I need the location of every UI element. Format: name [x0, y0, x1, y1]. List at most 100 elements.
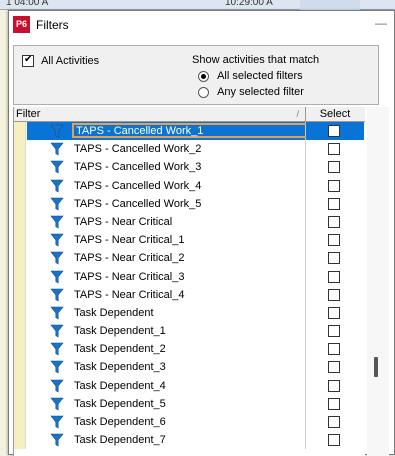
select-checkbox[interactable]: [328, 143, 340, 156]
select-checkbox[interactable]: [328, 361, 340, 374]
select-cell[interactable]: [306, 395, 364, 413]
filter-name-cell[interactable]: TAPS - Near Critical_2: [27, 249, 306, 268]
select-cell[interactable]: [306, 213, 364, 231]
filter-row[interactable]: Task Dependent_5: [14, 394, 365, 413]
filter-name-cell[interactable]: TAPS - Cancelled Work_3: [27, 158, 306, 177]
select-checkbox[interactable]: [328, 197, 340, 210]
select-cell[interactable]: [306, 340, 364, 358]
select-cell[interactable]: [306, 431, 364, 449]
filter-name-cell[interactable]: Task Dependent_5: [27, 394, 306, 413]
select-cell[interactable]: [306, 377, 364, 395]
select-cell[interactable]: [306, 195, 364, 213]
filter-row[interactable]: TAPS - Near Critical_1: [14, 231, 365, 250]
all-activities-checkbox[interactable]: [22, 54, 34, 68]
filter-name-cell[interactable]: Task Dependent_4: [27, 376, 306, 395]
select-cell[interactable]: [306, 268, 364, 286]
select-checkbox[interactable]: [328, 161, 340, 174]
select-cell[interactable]: [306, 358, 364, 376]
filter-name: TAPS - Cancelled Work_3: [74, 161, 202, 174]
filter-name-cell[interactable]: Task Dependent_3: [27, 358, 306, 377]
select-checkbox[interactable]: [328, 288, 340, 301]
title-bar[interactable]: P6 Filters —: [9, 11, 394, 39]
select-cell[interactable]: [306, 140, 364, 158]
filter-row[interactable]: TAPS - Cancelled Work_2: [14, 140, 365, 159]
filter-row[interactable]: TAPS - Near Critical_2: [14, 249, 365, 268]
row-gutter: [14, 358, 26, 377]
filter-row[interactable]: Task Dependent_4: [14, 376, 365, 395]
row-gutter: [14, 376, 26, 395]
select-cell[interactable]: [306, 158, 364, 176]
filter-name-cell[interactable]: TAPS - Cancelled Work_1: [27, 122, 315, 141]
radio-any-selected-filter[interactable]: Any selected filter: [198, 86, 304, 98]
select-cell[interactable]: [306, 177, 364, 195]
filter-name-cell[interactable]: TAPS - Cancelled Work_4: [27, 176, 306, 195]
row-gutter: [14, 267, 26, 286]
radio-button[interactable]: [198, 86, 209, 98]
select-checkbox[interactable]: [328, 215, 340, 228]
row-gutter: [14, 122, 26, 141]
filter-row[interactable]: TAPS - Cancelled Work_3: [14, 158, 365, 177]
select-checkbox[interactable]: [328, 234, 340, 247]
select-checkbox[interactable]: [328, 379, 340, 392]
filter-name: Task Dependent_7: [74, 434, 166, 447]
select-cell[interactable]: [306, 249, 364, 267]
select-checkbox[interactable]: [328, 270, 340, 283]
select-cell[interactable]: [306, 322, 364, 340]
filter-row[interactable]: TAPS - Near Critical_4: [14, 285, 365, 304]
select-checkbox[interactable]: [328, 434, 340, 447]
radio-button[interactable]: [198, 70, 209, 82]
grid-rows: TAPS - Cancelled Work_1 TAPS - Cancelled …: [14, 122, 365, 450]
filter-row[interactable]: Task Dependent: [14, 303, 365, 323]
filter-row[interactable]: TAPS - Near Critical_3: [14, 267, 365, 286]
filter-name-cell[interactable]: Task Dependent_6: [27, 413, 306, 432]
row-gutter: [14, 249, 26, 268]
filter-funnel-icon: [50, 324, 64, 338]
select-checkbox[interactable]: [328, 397, 340, 410]
minimize-icon[interactable]: —: [374, 17, 388, 31]
filter-name-cell[interactable]: Task Dependent: [27, 303, 306, 323]
column-header-select[interactable]: Select: [306, 107, 364, 122]
select-checkbox[interactable]: [328, 343, 340, 356]
radio-all-selected-filters[interactable]: All selected filters: [198, 70, 303, 82]
filter-row[interactable]: Task Dependent_2: [14, 340, 365, 359]
select-cell[interactable]: [306, 231, 364, 249]
filter-row[interactable]: TAPS - Cancelled Work_5: [14, 194, 365, 213]
filter-name-cell[interactable]: TAPS - Cancelled Work_2: [27, 140, 306, 159]
filter-row[interactable]: TAPS - Cancelled Work_4: [14, 176, 365, 195]
select-checkbox[interactable]: [328, 179, 340, 192]
filter-name-cell[interactable]: Task Dependent_2: [27, 340, 306, 359]
filter-funnel-icon: [50, 197, 64, 211]
select-cell[interactable]: [306, 413, 364, 431]
select-checkbox[interactable]: [328, 306, 340, 319]
filter-row[interactable]: TAPS - Near Critical: [14, 212, 365, 232]
select-checkbox[interactable]: [328, 125, 340, 137]
select-cell[interactable]: [306, 286, 364, 304]
filter-name-cell[interactable]: TAPS - Near Critical_4: [27, 285, 306, 304]
filter-name-cell[interactable]: TAPS - Near Critical: [27, 212, 306, 232]
filter-name-cell[interactable]: Task Dependent_1: [27, 322, 306, 341]
filter-funnel-icon: [50, 288, 64, 302]
select-checkbox[interactable]: [328, 416, 340, 428]
filter-row[interactable]: Task Dependent_6: [14, 413, 365, 432]
filter-funnel-icon: [50, 433, 64, 447]
filter-row[interactable]: Task Dependent_7: [14, 431, 365, 450]
filter-name-cell[interactable]: TAPS - Cancelled Work_5: [27, 194, 306, 213]
select-cell[interactable]: [306, 122, 364, 141]
row-gutter: [14, 394, 26, 413]
filter-row[interactable]: TAPS - Cancelled Work_1: [14, 122, 365, 141]
filter-row[interactable]: Task Dependent_1: [14, 322, 365, 341]
column-header-filter[interactable]: Filter /: [14, 107, 306, 122]
select-cell[interactable]: [306, 304, 364, 322]
filter-name: Task Dependent_6: [74, 416, 166, 428]
filter-row[interactable]: Task Dependent_3: [14, 358, 365, 377]
filter-name-cell[interactable]: TAPS - Near Critical_3: [27, 267, 306, 286]
filter-funnel-icon: [50, 342, 64, 356]
filter-name-cell[interactable]: TAPS - Near Critical_1: [27, 231, 306, 250]
all-activities-option[interactable]: All Activities: [22, 54, 99, 68]
vertical-scrollbar[interactable]: [367, 107, 389, 456]
select-checkbox[interactable]: [328, 325, 340, 338]
scrollbar-thumb[interactable]: [374, 357, 378, 377]
filter-funnel-icon: [50, 251, 64, 265]
filter-name-cell[interactable]: Task Dependent_7: [27, 431, 306, 450]
select-checkbox[interactable]: [328, 252, 340, 265]
